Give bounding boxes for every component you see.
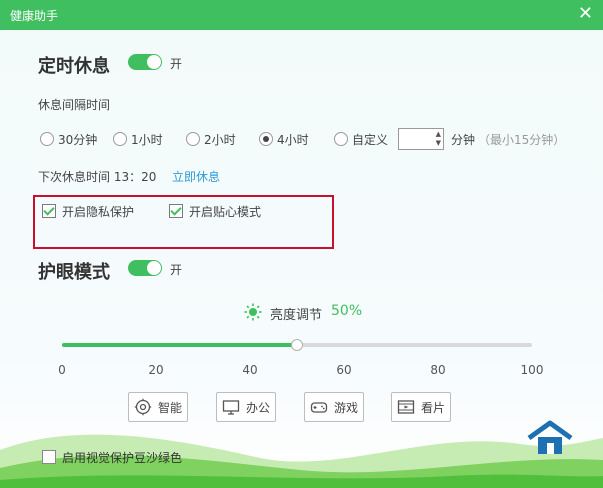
custom-unit-label: 分钟 xyxy=(451,133,476,147)
brightness-value: 50% xyxy=(331,303,363,319)
next-rest-time: 下次休息时间 13：20 xyxy=(38,170,157,184)
radio-30min[interactable] xyxy=(40,132,54,146)
custom-hint: （最小15分钟） xyxy=(478,133,566,147)
eye-mode-title: 护眼模式 xyxy=(38,262,110,283)
slider-fill xyxy=(62,343,297,347)
care-mode-checkbox-label: 开启贴心模式 xyxy=(189,205,262,219)
radio-30min-label: 30分钟 xyxy=(58,133,98,147)
tick-label: 40 xyxy=(242,363,258,377)
timed-rest-toggle[interactable] xyxy=(128,54,162,70)
tick-label: 60 xyxy=(336,363,352,377)
rest-now-link[interactable]: 立即休息 xyxy=(172,168,220,185)
timed-rest-toggle-label: 开 xyxy=(170,57,183,71)
care-mode-checkbox[interactable] xyxy=(169,204,183,218)
tick-label: 100 xyxy=(520,363,544,377)
green-bean-checkbox-label: 启用视觉保护豆沙绿色 xyxy=(62,451,183,465)
radio-custom[interactable] xyxy=(334,132,348,146)
tick-label: 0 xyxy=(58,363,66,377)
sun-icon xyxy=(244,303,262,321)
radio-1hour[interactable] xyxy=(113,132,127,146)
radio-custom-label: 自定义 xyxy=(352,133,389,147)
privacy-checkbox[interactable] xyxy=(42,204,56,218)
house-icon xyxy=(527,420,573,454)
eye-mode-toggle[interactable] xyxy=(128,260,162,276)
stepper-arrows-icon[interactable]: ▲ ▼ xyxy=(436,130,441,148)
interval-label: 休息间隔时间 xyxy=(38,98,111,112)
radio-1hour-label: 1小时 xyxy=(131,133,163,147)
privacy-checkbox-label: 开启隐私保护 xyxy=(62,205,135,219)
tick-label: 80 xyxy=(430,363,446,377)
slider-handle[interactable] xyxy=(291,339,303,351)
eye-mode-toggle-label: 开 xyxy=(170,263,183,277)
green-bean-checkbox[interactable] xyxy=(42,450,56,464)
title-bar: 健康助手 ✕ xyxy=(0,0,603,30)
radio-4hour[interactable] xyxy=(259,132,273,146)
main-content: 定时休息 开 休息间隔时间 30分钟 1小时 2小时 4小时 自定义 ▲ ▼ 分钟… xyxy=(0,30,603,488)
radio-2hour-label: 2小时 xyxy=(204,133,236,147)
radio-4hour-label: 4小时 xyxy=(277,133,309,147)
timed-rest-title: 定时休息 xyxy=(38,56,110,77)
radio-2hour[interactable] xyxy=(186,132,200,146)
window-title: 健康助手 xyxy=(10,9,59,23)
tick-label: 20 xyxy=(148,363,164,377)
brightness-slider[interactable] xyxy=(62,339,532,352)
close-icon[interactable]: ✕ xyxy=(578,4,593,24)
brightness-label: 亮度调节 xyxy=(270,308,323,323)
custom-minutes-stepper[interactable]: ▲ ▼ xyxy=(398,128,444,150)
